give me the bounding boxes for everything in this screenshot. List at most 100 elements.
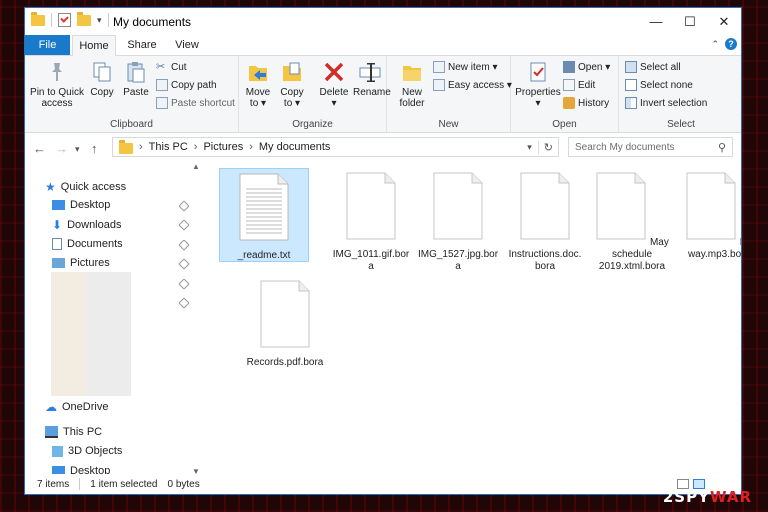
refresh-icon[interactable]: ↻ <box>537 140 558 154</box>
divider <box>107 13 109 27</box>
select-all-label: Select all <box>640 61 681 73</box>
properties-icon[interactable] <box>58 13 71 27</box>
easy-access-button[interactable]: Easy access ▾ <box>433 79 512 91</box>
blank-file-icon <box>346 172 396 240</box>
breadcrumb-thispc[interactable]: This PC <box>149 141 188 153</box>
close-icon[interactable]: ✕ <box>707 8 741 35</box>
nav-3d-objects[interactable]: 3D Objects <box>52 445 122 457</box>
address-bar[interactable]: › This PC › Pictures › My documents ▾ ↻ <box>112 137 559 157</box>
open-group: Properties ▾ Open ▾ Edit History Open <box>511 56 619 132</box>
properties-arrow: ▾ <box>535 98 541 109</box>
file-item[interactable]: Instructions.doc. bora <box>500 172 590 273</box>
file-name: way.mp3.bora <box>687 249 742 260</box>
file-name: _readme.txt <box>237 250 291 261</box>
chevron-right-icon: › <box>193 141 198 153</box>
text-file-icon <box>239 173 289 241</box>
pin-quick-access-button[interactable]: Pin to Quick access <box>29 60 85 109</box>
download-icon: ⬇ <box>52 218 63 232</box>
file-list: _readme.txt IMG_1011.gif.bor a IMG_1527.… <box>213 162 741 476</box>
nav-desktop[interactable]: Desktop <box>52 199 110 211</box>
nav-thispc[interactable]: This PC <box>45 426 102 438</box>
nav-pictures[interactable]: Pictures <box>52 257 110 269</box>
item-count: 7 items <box>37 478 70 490</box>
file-item[interactable]: May schedule 2019.xtml.bora <box>587 172 677 273</box>
cut-button[interactable]: ✂ Cut <box>156 61 187 73</box>
minimize-icon[interactable]: — <box>639 8 673 35</box>
paste-button[interactable]: Paste <box>121 60 151 98</box>
tab-share[interactable]: Share <box>120 35 164 55</box>
new-folder-button[interactable]: New folder <box>395 60 429 109</box>
pin-icon <box>178 297 190 309</box>
properties-button[interactable]: Properties ▾ <box>513 60 563 109</box>
file-item[interactable]: Records.pdf.bora <box>240 280 330 369</box>
address-bar-row: ← → ▾ ↑ › This PC › Pictures › My docume… <box>25 133 741 163</box>
rename-button[interactable]: Rename <box>353 60 391 98</box>
ribbon: Pin to Quick access Copy Paste ✂ Cut Cop… <box>25 56 741 133</box>
nav-label: OneDrive <box>62 401 109 413</box>
select-all-button[interactable]: Select all <box>625 61 681 73</box>
copy-path-label: Copy path <box>171 79 217 91</box>
copy-button[interactable]: Copy <box>87 60 117 98</box>
file-item[interactable]: IMG_1011.gif.bor a <box>326 172 416 273</box>
redacted-area <box>51 272 131 396</box>
file-name: Records.pdf.bora <box>246 357 324 368</box>
history-button[interactable]: History <box>563 97 609 109</box>
new-item-button[interactable]: New item ▾ <box>433 61 497 73</box>
nav-documents[interactable]: Documents <box>52 238 123 250</box>
file-name: 2019.xtml.bora <box>598 261 666 272</box>
file-item[interactable]: IMG_1527.jpg.bor a <box>413 172 503 273</box>
open-button[interactable]: Open ▾ <box>563 61 610 73</box>
help-icon[interactable]: ? <box>725 38 737 50</box>
breadcrumb-mydocuments[interactable]: My documents <box>259 141 331 153</box>
easy-access-icon <box>433 79 445 91</box>
nav-downloads[interactable]: ⬇ Downloads <box>52 218 121 232</box>
new-group-label: New <box>438 119 459 130</box>
new-folder-icon[interactable] <box>77 11 91 26</box>
quick-access-toolbar: ▾ <box>31 11 109 27</box>
file-item[interactable]: _readme.txt <box>219 168 309 262</box>
nav-label: Quick access <box>60 181 127 193</box>
move-to-button[interactable]: Move to ▾ <box>243 60 273 109</box>
recent-locations-icon[interactable]: ▾ <box>75 144 80 155</box>
ribbon-tabs: File Home Share View ⌃ ? <box>25 35 741 56</box>
selected-count: 1 item selected <box>90 478 158 490</box>
paste-shortcut-button[interactable]: Paste shortcut <box>156 97 235 109</box>
nav-scrollbar[interactable]: ▲ ▼ <box>191 162 203 476</box>
organize-group-label: Organize <box>292 119 333 130</box>
move-label-1: Move <box>245 87 271 98</box>
file-item[interactable]: My way.mp3.bora <box>674 172 742 261</box>
breadcrumb-pictures[interactable]: Pictures <box>203 141 243 153</box>
window-controls: — ☐ ✕ <box>639 8 741 35</box>
forward-icon[interactable]: → <box>55 141 68 156</box>
folder-icon <box>119 139 133 154</box>
delete-label-2: ▾ <box>331 98 337 109</box>
edit-button[interactable]: Edit <box>563 79 595 91</box>
blank-file-icon <box>596 172 646 240</box>
documents-icon <box>52 238 62 250</box>
nav-quick-access[interactable]: ★ Quick access <box>45 180 126 194</box>
tab-view[interactable]: View <box>168 35 206 55</box>
file-name: a <box>455 261 461 272</box>
blank-file-icon <box>520 172 570 240</box>
delete-button[interactable]: Delete ▾ <box>317 60 351 109</box>
copy-to-label-1: Copy <box>280 87 304 98</box>
watermark-spy: SPY <box>674 488 710 506</box>
maximize-icon[interactable]: ☐ <box>673 8 707 35</box>
scroll-up-icon[interactable]: ▲ <box>192 162 200 171</box>
paste-icon <box>127 62 145 83</box>
copy-to-button[interactable]: Copy to ▾ <box>277 60 307 109</box>
tab-home[interactable]: Home <box>72 35 116 56</box>
collapse-ribbon-icon[interactable]: ⌃ <box>711 39 719 50</box>
search-input[interactable]: Search My documents ⚲ <box>568 137 733 157</box>
copy-path-button[interactable]: Copy path <box>156 79 217 91</box>
up-icon[interactable]: ↑ <box>91 141 98 156</box>
nav-onedrive[interactable]: ☁ OneDrive <box>45 400 108 414</box>
file-name: May schedule <box>611 237 669 260</box>
invert-selection-button[interactable]: Invert selection <box>625 97 707 109</box>
back-icon[interactable]: ← <box>33 141 46 156</box>
address-dropdown-icon[interactable]: ▾ <box>527 142 538 153</box>
customize-toolbar-icon[interactable]: ▾ <box>97 15 102 26</box>
tab-file[interactable]: File <box>25 35 70 55</box>
properties-label: Properties <box>515 87 561 98</box>
select-none-button[interactable]: Select none <box>625 79 693 91</box>
